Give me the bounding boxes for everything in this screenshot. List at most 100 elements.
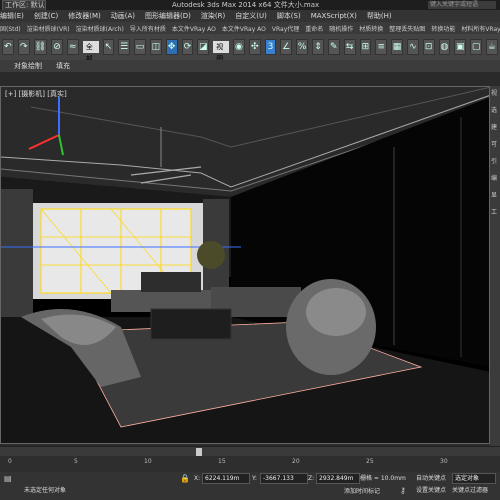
plugin-button[interactable]: 渲染材质球(VR) <box>27 24 70 33</box>
named-selection-icon[interactable]: ✎ <box>327 39 340 55</box>
menu-rendering[interactable]: 渲染(R) <box>201 11 225 21</box>
command-panel-item[interactable]: 显 <box>491 190 500 199</box>
material-editor-icon[interactable]: ◍ <box>438 39 451 55</box>
command-panel-item[interactable]: 建 <box>491 122 500 131</box>
command-panel-item[interactable]: 编 <box>491 173 500 182</box>
render-setup-icon[interactable]: ▣ <box>454 39 467 55</box>
command-panel-item[interactable]: 视 <box>491 88 500 97</box>
link-icon[interactable]: ⛓ <box>33 39 48 55</box>
plugin-button[interactable]: 整理丢失贴图 <box>389 24 425 33</box>
unlink-icon[interactable]: ⊘ <box>51 39 63 55</box>
snap-toggle-icon[interactable]: 3 <box>264 39 277 55</box>
mirror-icon[interactable]: ⇆ <box>343 39 356 55</box>
select-object-icon[interactable]: ↖ <box>102 39 115 55</box>
select-rotate-icon[interactable]: ⟳ <box>181 39 194 55</box>
undo-icon[interactable]: ↶ <box>2 39 14 55</box>
menu-graph-editors[interactable]: 图形编辑器(D) <box>145 11 191 21</box>
plugin-button[interactable]: 渲染材质球(Arch) <box>76 24 124 33</box>
plugin-button[interactable]: VRay代理 <box>272 24 299 33</box>
plugin-button[interactable]: 随机操作 <box>329 24 353 33</box>
command-panel-item[interactable]: 可 <box>491 139 500 148</box>
command-panel-item[interactable]: 工 <box>491 207 500 216</box>
lock-selection-icon[interactable]: 🔒 <box>180 474 190 483</box>
bind-space-warp-icon[interactable]: ≈ <box>66 39 79 55</box>
plugin-button[interactable]: 材质转换 <box>359 24 383 33</box>
set-key-button[interactable]: 设置关键点 <box>416 486 446 495</box>
status-bar: ▤ 未选定任何对象 🔒 X: 6224.119m Y: -3667.133 Z:… <box>0 472 500 500</box>
selection-filter-dropdown[interactable]: 全部 <box>82 41 99 63</box>
key-filters-button[interactable]: 关键点过滤器 <box>452 486 488 495</box>
menu-customize[interactable]: 自定义(U) <box>235 11 267 21</box>
command-panel-item[interactable]: 引 <box>491 156 500 165</box>
time-slider-thumb[interactable] <box>196 448 202 456</box>
percent-snap-icon[interactable]: % <box>296 39 309 55</box>
ruler-tick-label: 15 <box>218 458 226 465</box>
menu-animation[interactable]: 动画(A) <box>111 11 135 21</box>
z-label: Z: <box>308 475 315 482</box>
camera-viewport[interactable]: [+] [摄影机] [真实] <box>0 86 490 444</box>
ribbon-panel <box>0 72 500 87</box>
layer-manager-icon[interactable]: ≡ <box>375 39 388 55</box>
spinner-snap-icon[interactable]: ⇕ <box>312 39 324 55</box>
plugin-button[interactable]: 本文件VRay AO <box>222 24 266 33</box>
schematic-view-icon[interactable]: ⊡ <box>422 39 435 55</box>
menu-maxscript[interactable]: MAXScript(X) <box>311 12 357 20</box>
ruler-tick-label: 25 <box>366 458 374 465</box>
key-icon[interactable]: ⚷ <box>400 486 406 495</box>
window-crossing-icon[interactable]: ◫ <box>149 39 162 55</box>
ruler-tick-label: 0 <box>8 458 12 465</box>
plugin-button[interactable]: 固(Std) <box>0 24 21 33</box>
plugin-button[interactable]: 本文件VRay AO <box>172 24 216 33</box>
select-scale-icon[interactable]: ◪ <box>197 39 210 55</box>
x-label: X: <box>194 475 201 482</box>
rect-selection-icon[interactable]: ▭ <box>134 39 146 55</box>
x-coordinate-field[interactable]: 6224.119m <box>202 473 250 484</box>
search-input[interactable]: 键入关键字或短语 <box>428 1 496 9</box>
y-label: Y: <box>252 475 257 482</box>
pivot-center-icon[interactable]: ◉ <box>233 39 245 55</box>
app-title: Autodesk 3ds Max 2014 x64 文件大小.max <box>172 1 320 9</box>
rendered-frame-icon[interactable]: ▢ <box>470 39 482 55</box>
menu-modifiers[interactable]: 修改器(M) <box>68 11 101 21</box>
select-move-icon[interactable]: ✥ <box>165 39 178 55</box>
grid-size: 栅格 = 10.0mm <box>360 475 406 482</box>
menu-help[interactable]: 帮助(H) <box>367 11 392 21</box>
ruler-tick-label: 5 <box>74 458 78 465</box>
ruler-tick-label: 30 <box>440 458 448 465</box>
select-manipulate-icon[interactable]: ✣ <box>248 39 261 55</box>
menu-scripting[interactable]: 脚本(S) <box>277 11 301 21</box>
align-icon[interactable]: ⊞ <box>359 39 372 55</box>
reference-coordinate-dropdown[interactable]: 视图 <box>213 41 229 63</box>
command-panel: 视 选 建 可 引 编 显 工 <box>490 86 500 446</box>
viewport-label[interactable]: [+] [摄影机] [真实] <box>5 89 67 99</box>
render-icon[interactable]: ☕ <box>486 39 498 55</box>
plugin-button[interactable]: 材料所有VRayHt <box>461 24 500 33</box>
plugin-button[interactable]: 转换功能 <box>431 24 455 33</box>
ribbon-tab-populate[interactable]: 填充 <box>56 61 70 71</box>
ribbon-tab-object-paint[interactable]: 对象绘制 <box>14 61 42 71</box>
title-bar: 工作区: 默认 Autodesk 3ds Max 2014 x64 文件大小.m… <box>0 0 500 11</box>
select-by-name-icon[interactable]: ☰ <box>118 39 131 55</box>
track-ruler[interactable]: 0 5 10 15 20 25 30 <box>0 456 500 472</box>
main-toolbar: ↶ ↷ ⛓ ⊘ ≈ 全部 ↖ ☰ ▭ ◫ ✥ ⟳ ◪ 视图 ◉ ✣ 3 ∠ % … <box>0 34 500 63</box>
redo-icon[interactable]: ↷ <box>17 39 30 55</box>
plugin-button[interactable]: 导入所有材质 <box>130 24 166 33</box>
menu-bar: 编辑(E) 创建(C) 修改器(M) 动画(A) 图形编辑器(D) 渲染(R) … <box>0 10 500 22</box>
ruler-tick-label: 20 <box>292 458 300 465</box>
selection-count: 未选定任何对象 <box>24 487 67 494</box>
selected-object-dropdown[interactable]: 选定对象 <box>452 473 496 484</box>
plugin-button[interactable]: 重命名 <box>305 24 323 33</box>
z-coordinate-field[interactable]: 2932.849m <box>316 473 360 484</box>
scene-render <box>1 87 489 443</box>
menu-edit[interactable]: 编辑(E) <box>0 11 24 21</box>
curve-editor-icon[interactable]: ∿ <box>406 39 419 55</box>
menu-create[interactable]: 创建(C) <box>34 11 58 21</box>
command-panel-item[interactable]: 选 <box>491 105 500 114</box>
maxscript-listener-icon[interactable]: ▤ <box>4 474 12 483</box>
angle-snap-icon[interactable]: ∠ <box>280 39 293 55</box>
auto-key-button[interactable]: 自动关键点 <box>416 474 446 483</box>
add-time-tag-button[interactable]: 添加时间标记 <box>344 487 380 496</box>
ruler-tick-label: 10 <box>144 458 152 465</box>
y-coordinate-field[interactable]: -3667.133 <box>260 473 308 484</box>
graphite-icon[interactable]: ▦ <box>391 39 403 55</box>
